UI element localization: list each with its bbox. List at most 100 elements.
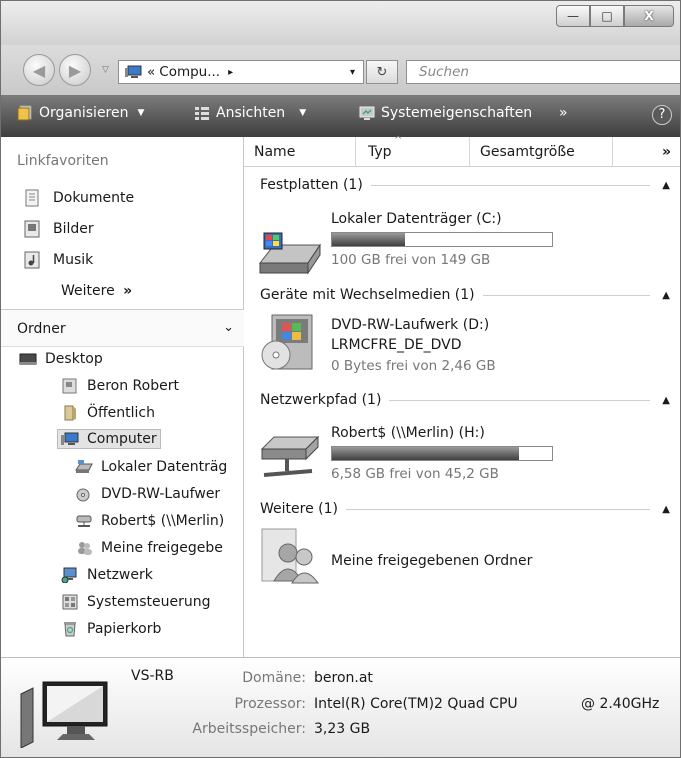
tree-item-label: Computer [87, 431, 157, 447]
processor-value: Intel(R) Core(TM)2 Quad CPU [314, 696, 518, 712]
column-headers: Name Typ ^ Gesamtgröße » [244, 135, 680, 167]
address-row: ◀ ▶ ▽ « Compu... ▸ ▾ ↻ Suchen [1, 45, 680, 95]
address-path-prefix: « [147, 64, 156, 80]
column-header-overflow[interactable]: » [662, 144, 671, 160]
recycle-bin-icon [64, 622, 76, 637]
tree-item-network[interactable]: Netzwerk [61, 567, 153, 583]
help-icon: ? [658, 107, 666, 122]
minimize-button[interactable]: — [556, 5, 590, 27]
system-properties-button[interactable]: Systemeigenschaften [359, 105, 532, 121]
drive-free-space: 6,58 GB frei von 45,2 GB [331, 466, 499, 482]
recent-pages-dropdown[interactable]: ▽ [102, 65, 109, 75]
chevron-down-icon: ⌄ [223, 320, 234, 335]
column-header-total-size[interactable]: Gesamtgröße [480, 144, 575, 160]
tree-item-dvd[interactable]: DVD-RW-Laufwer [75, 486, 220, 502]
tree-item-network-drive[interactable]: Robert$ (\\Merlin) [75, 513, 224, 529]
address-dropdown-icon[interactable]: ▾ [350, 67, 355, 78]
address-bar[interactable]: « Compu... ▸ ▾ [118, 60, 364, 84]
processor-label: Prozessor: [234, 696, 306, 712]
hard-drive-icon [258, 232, 321, 275]
help-button[interactable]: ? [652, 105, 672, 125]
column-divider[interactable] [612, 137, 613, 167]
system-properties-label: Systemeigenschaften [381, 105, 533, 121]
close-button[interactable]: X [624, 5, 674, 27]
tree-item-user[interactable]: Beron Robert [61, 378, 179, 394]
drive-usage-bar [331, 446, 553, 461]
tree-item-label: Desktop [45, 351, 103, 367]
views-button[interactable]: Ansichten ▼ [194, 105, 306, 121]
domain-value: beron.at [314, 670, 373, 686]
navigation-pane: Linkfavoriten Dokumente Bilder Musik Wei… [1, 137, 244, 657]
tree-item-local-disk[interactable]: Lokaler Datenträg [75, 459, 227, 475]
favorite-pictures[interactable]: Bilder [23, 220, 94, 238]
hard-drive-icon [75, 460, 93, 473]
drive-usage-bar [331, 232, 553, 247]
favorite-label: Dokumente [53, 190, 135, 206]
organize-button[interactable]: Organisieren ▼ [17, 105, 144, 121]
column-divider[interactable] [355, 137, 356, 167]
organize-icon [17, 105, 32, 121]
tree-item-label: Meine freigegebe [101, 540, 223, 556]
drive-usage-fill [332, 233, 405, 246]
breadcrumb-chevron-icon[interactable]: ▸ [228, 67, 233, 78]
tree-item-desktop[interactable]: Desktop [19, 351, 103, 367]
folders-header[interactable]: Ordner ⌄ [1, 309, 244, 347]
group-header-hdd[interactable]: Festplatten (1) ▲ [260, 177, 670, 193]
tree-item-recycle-bin[interactable]: Papierkorb [61, 621, 161, 637]
tree-item-shared-folders[interactable]: Meine freigegebe [75, 540, 223, 556]
group-header-removable[interactable]: Geräte mit Wechselmedien (1) ▲ [260, 287, 670, 303]
item-name: Meine freigegebenen Ordner [331, 553, 533, 569]
collapse-icon[interactable]: ▲ [662, 395, 670, 406]
collapse-icon[interactable]: ▲ [662, 180, 670, 191]
drive-free-space: 0 Bytes frei von 2,46 GB [331, 358, 496, 374]
details-pane: VS-RB Domäne: beron.at Prozessor: Intel(… [1, 657, 680, 757]
chevron-down-icon: ▼ [137, 108, 145, 118]
computer-icon [20, 681, 108, 748]
favorite-label: Musik [53, 252, 94, 268]
tree-item-label: Lokaler Datenträg [101, 459, 228, 475]
group-divider [389, 399, 651, 401]
pictures-icon [24, 220, 40, 238]
search-input[interactable]: Suchen [406, 60, 680, 84]
volume-label: LRMCFRE_DE_DVD [331, 337, 462, 353]
column-header-name[interactable]: Name [254, 144, 295, 160]
tree-item-label: DVD-RW-Laufwer [101, 486, 221, 502]
column-header-type[interactable]: Typ [368, 144, 392, 160]
chevron-down-icon: ▼ [299, 108, 307, 118]
content-pane: Name Typ ^ Gesamtgröße » Festplatten (1)… [244, 135, 680, 657]
organize-label: Organisieren [39, 105, 129, 121]
tree-item-label: Netzwerk [87, 567, 153, 583]
drive-name: Robert$ (\\Merlin) (H:) [331, 425, 485, 441]
favorite-music[interactable]: Musik [23, 251, 93, 269]
favorites-title: Linkfavoriten [17, 153, 109, 169]
network-drive-icon [76, 515, 92, 527]
drive-name: DVD-RW-Laufwerk (D:) [331, 317, 490, 333]
user-folder-icon [62, 378, 77, 394]
music-icon [24, 251, 40, 269]
computer-icon [125, 65, 142, 78]
group-header-other[interactable]: Weitere (1) ▲ [260, 501, 670, 517]
favorite-documents[interactable]: Dokumente [23, 189, 134, 207]
tree-item-control-panel[interactable]: Systemsteuerung [61, 594, 210, 610]
collapse-icon[interactable]: ▲ [662, 504, 670, 515]
collapse-icon[interactable]: ▲ [662, 290, 670, 301]
tree-item-label: Beron Robert [87, 378, 179, 394]
refresh-button[interactable]: ↻ [366, 60, 398, 84]
back-button[interactable]: ◀ [23, 54, 55, 86]
processor-speed: @ 2.40GHz [581, 696, 660, 712]
maximize-button[interactable]: □ [590, 5, 624, 27]
tree-item-computer[interactable]: Computer [57, 429, 161, 449]
column-divider[interactable] [469, 137, 470, 167]
computer-icon [61, 432, 79, 445]
tree-item-public[interactable]: Öffentlich [61, 405, 155, 421]
group-header-network[interactable]: Netzwerkpfad (1) ▲ [260, 392, 670, 408]
group-divider [370, 184, 651, 186]
forward-button[interactable]: ▶ [59, 54, 91, 86]
memory-label: Arbeitsspeicher: [192, 721, 306, 737]
group-title: Festplatten (1) [260, 177, 363, 193]
arrow-left-icon: ◀ [32, 60, 46, 80]
command-bar: Organisieren ▼ Ansichten ▼ Systemeigensc… [1, 95, 680, 137]
more-favorites-link[interactable]: Weitere » [61, 283, 132, 299]
address-breadcrumb-computer[interactable]: Compu... [159, 64, 220, 80]
toolbar-overflow-button[interactable]: » [559, 105, 568, 121]
